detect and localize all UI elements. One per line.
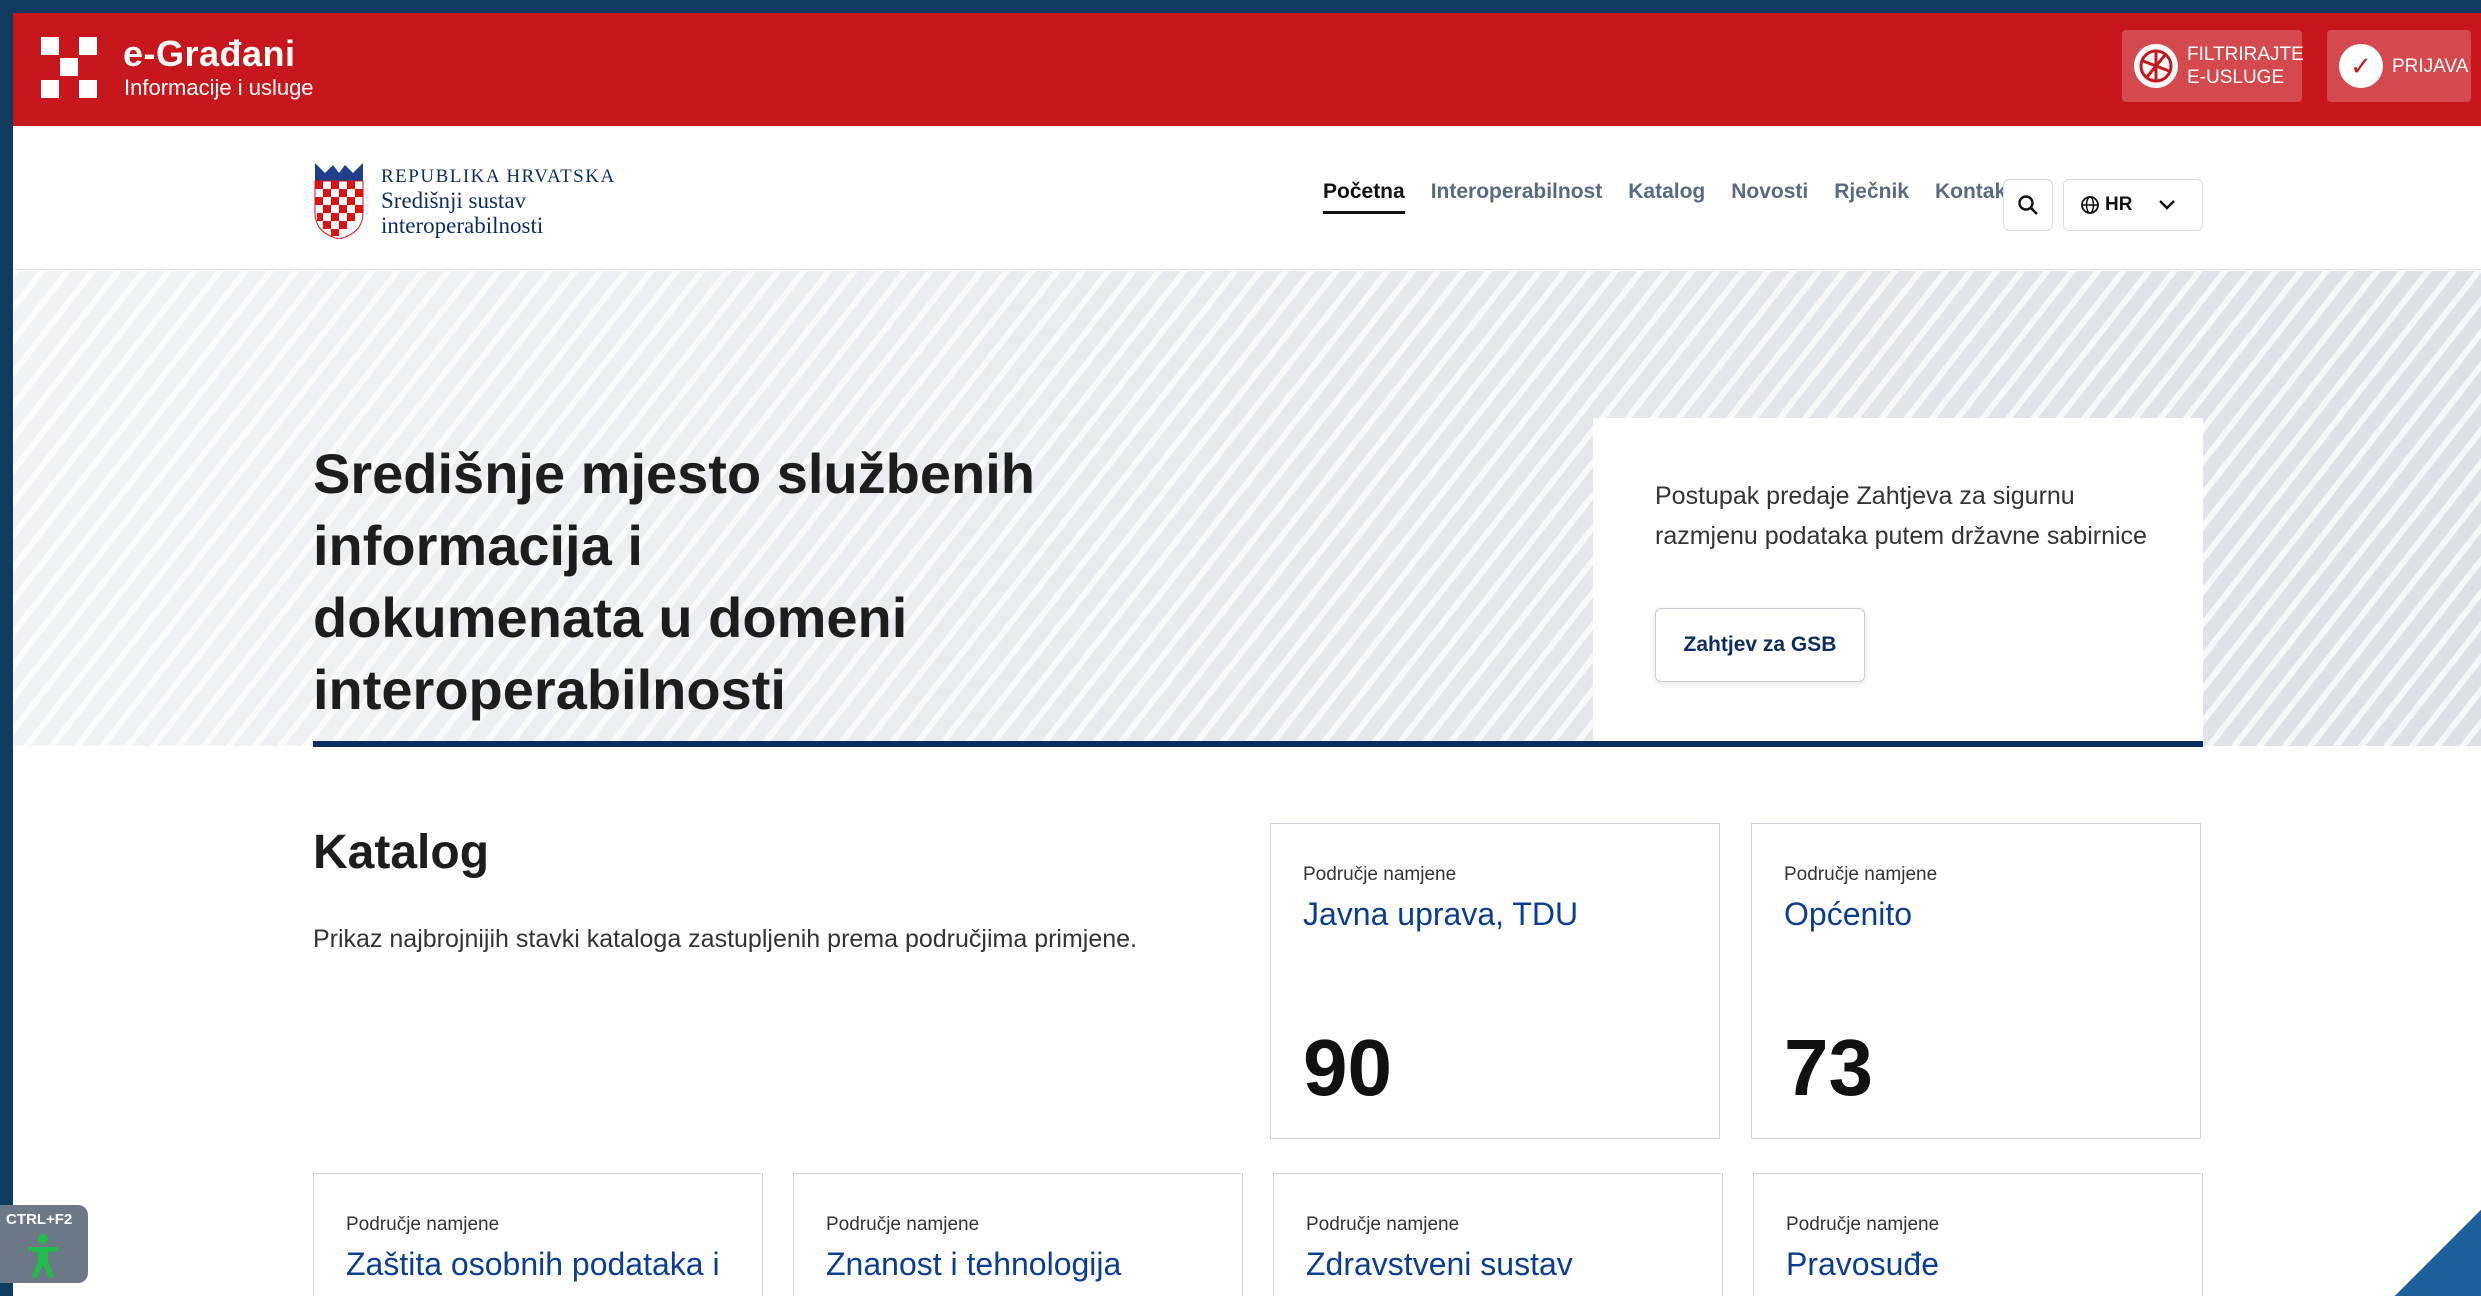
card-count: 73 <box>1784 1023 1873 1112</box>
accessibility-button[interactable]: CTRL+F2 <box>0 1205 88 1283</box>
filter-label-line2: E-USLUGE <box>2187 67 2285 88</box>
card-title[interactable]: Znanost i tehnologija <box>826 1246 1121 1283</box>
hero-heading-line1: Središnje mjesto službenih informacija i <box>313 442 1035 577</box>
nav-item-rjecnik[interactable]: Rječnik <box>1834 180 1909 210</box>
globe-icon <box>2081 196 2099 214</box>
brand-line3: interoperabilnosti <box>381 213 544 238</box>
card-title[interactable]: Pravosuđe <box>1786 1246 1939 1283</box>
main-nav: Početna Interoperabilnost Katalog Novost… <box>1323 180 2039 214</box>
login-label: PRIJAVA <box>2392 55 2469 77</box>
filter-eservices-button[interactable]: FILTRIRAJTE E-USLUGE <box>2122 30 2304 102</box>
catalog-card[interactable]: Područje namjene Pravosuđe <box>1753 1173 2203 1296</box>
egov-bar: e-Građani Informacije i usluge FILTRIRAJ… <box>13 13 2481 126</box>
login-button[interactable]: ✓ PRIJAVA <box>2327 30 2471 102</box>
card-kicker: Područje namjene <box>1306 1214 1460 1235</box>
nav-item-kontakt[interactable]: Kontakt <box>1935 180 2013 210</box>
catalog-card[interactable]: Područje namjene Znanost i tehnologija <box>793 1173 1243 1296</box>
coat-of-arms-icon[interactable] <box>313 163 365 240</box>
card-title[interactable]: Javna uprava, TDU <box>1303 896 1578 933</box>
catalog-title: Katalog <box>313 826 490 879</box>
filter-globe-icon <box>2134 44 2178 88</box>
nav-item-pocetna[interactable]: Početna <box>1323 180 1405 214</box>
corner-widget-icon[interactable] <box>2395 1210 2481 1296</box>
catalog-card[interactable]: Područje namjene Zaštita osobnih podatak… <box>313 1173 763 1296</box>
egov-subtitle: Informacije i usluge <box>124 75 314 100</box>
accessibility-shortcut: CTRL+F2 <box>6 1211 73 1228</box>
gsb-request-button[interactable]: Zahtjev za GSB <box>1655 608 1865 682</box>
catalog-description: Prikaz najbrojnijih stavki kataloga zast… <box>313 925 1138 953</box>
card-kicker: Područje namjene <box>346 1214 500 1235</box>
brand-line2: Središnji sustav <box>381 188 527 213</box>
search-icon <box>2018 195 2038 215</box>
card-kicker: Područje namjene <box>1786 1214 1940 1235</box>
hero-heading: Središnje mjesto službenih informacija i… <box>313 438 1313 726</box>
nav-item-katalog[interactable]: Katalog <box>1628 180 1705 210</box>
catalog-card[interactable]: Područje namjene Zdravstveni sustav <box>1273 1173 1723 1296</box>
nav-item-novosti[interactable]: Novosti <box>1731 180 1808 210</box>
hero-divider <box>313 741 2203 747</box>
catalog-card[interactable]: Područje namjene Općenito 73 <box>1751 823 2201 1139</box>
card-kicker: Područje namjene <box>1784 864 1938 885</box>
brand-logo-text[interactable]: REPUBLIKA HRVATSKA Središnji sustav inte… <box>381 166 616 238</box>
egov-title[interactable]: e-Građani <box>123 33 296 75</box>
card-title[interactable]: Zaštita osobnih podataka i <box>346 1246 720 1283</box>
chevron-down-icon <box>2159 200 2176 210</box>
card-count: 90 <box>1303 1023 1392 1112</box>
page: e-Građani Informacije i usluge FILTRIRAJ… <box>13 13 2481 1296</box>
card-kicker: Područje namjene <box>1303 864 1457 885</box>
language-select[interactable]: HR <box>2063 179 2203 231</box>
catalog-card[interactable]: Područje namjene Javna uprava, TDU 90 <box>1270 823 1720 1139</box>
checkmark-icon: ✓ <box>2339 44 2383 88</box>
card-kicker: Područje namjene <box>826 1214 980 1235</box>
brand-line1: REPUBLIKA HRVATSKA <box>381 166 616 187</box>
gsb-request-card: Postupak predaje Zahtjeva za sigurnu raz… <box>1593 418 2203 748</box>
gsb-card-text: Postupak predaje Zahtjeva za sigurnu raz… <box>1655 482 2147 550</box>
filter-eservices-label: FILTRIRAJTE E-USLUGE <box>2187 43 2304 89</box>
hero-heading-line2: dokumenata u domeni interoperabilnosti <box>313 586 908 721</box>
language-value: HR <box>2105 194 2133 215</box>
card-title[interactable]: Općenito <box>1784 896 1912 933</box>
filter-label-line1: FILTRIRAJTE <box>2187 44 2304 65</box>
nav-item-interoperabilnost[interactable]: Interoperabilnost <box>1431 180 1603 210</box>
search-button[interactable] <box>2003 179 2053 231</box>
accessibility-person-icon <box>28 1234 58 1278</box>
card-title[interactable]: Zdravstveni sustav <box>1306 1246 1573 1283</box>
egov-logo-icon[interactable] <box>41 37 97 98</box>
